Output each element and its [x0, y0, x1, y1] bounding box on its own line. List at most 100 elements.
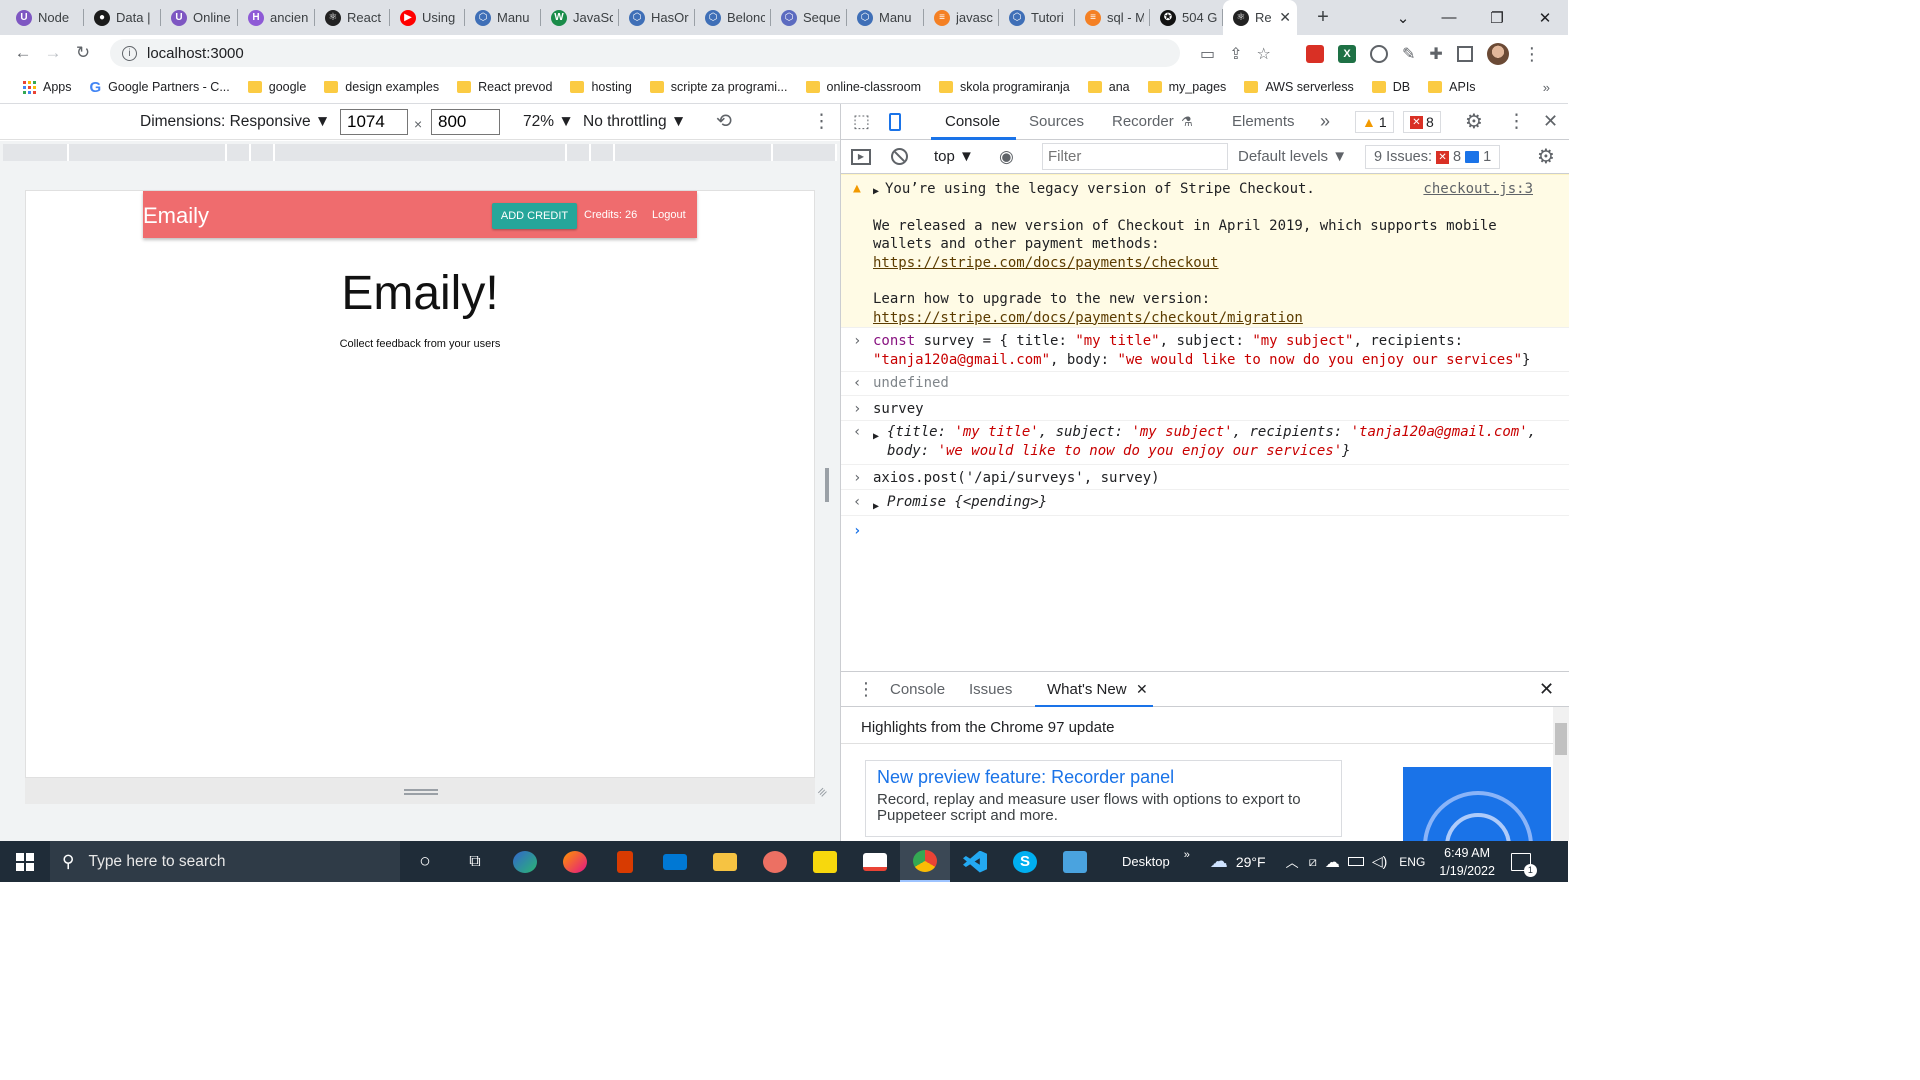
media-query-segment[interactable]	[275, 144, 567, 161]
drawer-menu-icon[interactable]: ⋮	[857, 679, 875, 700]
context-select[interactable]: top ▼	[934, 148, 974, 165]
extension-excel-icon[interactable]: X	[1338, 45, 1356, 63]
new-tab-button[interactable]: +	[1309, 6, 1337, 29]
log-levels-select[interactable]: Default levels ▼	[1238, 148, 1347, 165]
browser-tab[interactable]: ⬡ Manu	[465, 0, 541, 35]
drawer-tab-issues[interactable]: Issues	[969, 681, 1012, 698]
media-query-segment[interactable]	[251, 144, 275, 161]
share-icon[interactable]: ⇪	[1229, 44, 1242, 64]
weather-temp[interactable]: 29°F	[1236, 854, 1266, 870]
warning-source-link[interactable]: checkout.js:3	[1423, 180, 1533, 199]
console-settings-gear-icon[interactable]: ⚙	[1537, 144, 1555, 169]
weather-cloud-icon[interactable]: ☁	[1210, 851, 1228, 872]
console-promise-line[interactable]: ‹ ▶ Promise {<pending>}	[841, 490, 1569, 516]
extension-red-icon[interactable]	[1306, 45, 1324, 63]
chrome-icon[interactable]	[900, 841, 950, 882]
height-input[interactable]	[431, 108, 500, 135]
desktop-expand-icon[interactable]: »	[1184, 849, 1190, 861]
width-input[interactable]	[340, 108, 408, 135]
device-toggle-icon[interactable]	[889, 113, 901, 131]
logout-link[interactable]: Logout	[652, 209, 686, 221]
maximize-icon[interactable]: ❐	[1474, 0, 1520, 35]
live-expression-eye-icon[interactable]: ◉	[999, 147, 1014, 167]
bookmark-item[interactable]: React prevod	[448, 80, 561, 94]
device-resize-bar[interactable]	[25, 778, 815, 804]
close-tab-icon[interactable]: ✕	[1279, 9, 1291, 26]
bookmark-item[interactable]: google	[239, 80, 316, 94]
browser-tab[interactable]: ⚛ Re ✕	[1223, 0, 1297, 35]
bookmark-item[interactable]: Apps	[14, 80, 81, 94]
media-query-segment[interactable]	[567, 144, 591, 161]
office-icon[interactable]	[600, 841, 650, 882]
tab-layout-icon[interactable]: ▭	[1200, 44, 1215, 64]
device-right-resize-handle[interactable]	[825, 468, 829, 502]
media-query-segment[interactable]	[615, 144, 773, 161]
close-drawer-icon[interactable]: ✕	[1539, 679, 1554, 700]
side-panel-icon[interactable]	[1456, 46, 1473, 62]
browser-tab[interactable]: U Node	[6, 0, 84, 35]
zoom-select[interactable]: 72% ▼	[523, 113, 574, 131]
tab-search-icon[interactable]: ⌄	[1380, 0, 1426, 35]
browser-tab[interactable]: ⬡ Seque	[771, 0, 847, 35]
tab-console[interactable]: Console	[945, 113, 1000, 130]
tab-elements[interactable]: Elements	[1232, 113, 1295, 130]
minimize-icon[interactable]: —	[1426, 0, 1472, 35]
url-text[interactable]: localhost:3000	[147, 45, 244, 62]
close-devtools-icon[interactable]: ✕	[1543, 111, 1558, 132]
browser-tab[interactable]: W JavaSc	[541, 0, 619, 35]
skype-icon[interactable]: S	[1000, 841, 1050, 882]
mail-icon[interactable]	[650, 841, 700, 882]
forward-icon[interactable]: →	[38, 43, 68, 63]
taskbar-search-box[interactable]: ⚲ Type here to search	[50, 841, 400, 882]
meet-icon[interactable]: ⧄	[1309, 854, 1317, 870]
error-counter[interactable]: ✕ 8	[1403, 111, 1441, 133]
dimensions-select[interactable]: Dimensions: Responsive ▼	[140, 113, 330, 131]
browser-tab[interactable]: ▶ Using	[390, 0, 465, 35]
gmail-icon[interactable]	[850, 841, 900, 882]
language-indicator[interactable]: ENG	[1399, 855, 1425, 869]
drawer-scrollbar[interactable]	[1553, 707, 1569, 841]
browser-tab[interactable]: Hancien	[238, 0, 315, 35]
bookmark-item[interactable]: hosting	[561, 80, 640, 94]
eyedropper-icon[interactable]: ✎	[1402, 44, 1415, 64]
expand-arrow-icon[interactable]: ▶	[873, 183, 879, 202]
settings-gear-icon[interactable]: ⚙	[1465, 109, 1483, 134]
drawer-tab-console[interactable]: Console	[890, 681, 945, 698]
bookmark-item[interactable]: APIs	[1419, 80, 1484, 94]
tab-sources[interactable]: Sources	[1029, 113, 1084, 130]
browser-tab[interactable]: ● Data |	[84, 0, 161, 35]
bookmark-star-icon[interactable]: ☆	[1257, 44, 1271, 64]
firefox-icon[interactable]	[550, 841, 600, 882]
issues-button[interactable]: 9 Issues: ✕ 8 1	[1365, 145, 1501, 169]
app-brand[interactable]: Emaily	[143, 203, 209, 229]
browser-tab[interactable]: ⬡ Tutori	[999, 0, 1075, 35]
windows-start-icon[interactable]	[0, 841, 50, 882]
photos-icon[interactable]	[1050, 841, 1100, 882]
more-tabs-icon[interactable]: »	[1320, 111, 1330, 132]
bookmark-item[interactable]: skola programiranja	[930, 80, 1079, 94]
address-bar[interactable]: i localhost:3000	[110, 39, 1180, 67]
bookmark-item[interactable]: design examples	[315, 80, 448, 94]
onedrive-icon[interactable]: ☁	[1325, 853, 1340, 871]
browser-tab[interactable]: ⚛ React	[315, 0, 390, 35]
volume-icon[interactable]: ◁)	[1372, 853, 1387, 870]
feature-card[interactable]: New preview feature: Recorder panel Reco…	[865, 760, 1342, 837]
browser-tab[interactable]: ≡ sql - M	[1075, 0, 1150, 35]
browser-tab[interactable]: U Online	[161, 0, 238, 35]
back-icon[interactable]: ←	[8, 43, 38, 63]
browser-tab[interactable]: ⬡ Manu	[847, 0, 924, 35]
device-toolbar-menu-icon[interactable]: ⋮	[812, 110, 831, 133]
browser-tab[interactable]: ⬡ Belonc	[695, 0, 771, 35]
battery-icon[interactable]	[1347, 857, 1364, 866]
edge-icon[interactable]	[500, 841, 550, 882]
rotate-icon[interactable]: ⟲	[716, 110, 732, 133]
site-info-icon[interactable]: i	[122, 45, 137, 61]
paint-icon[interactable]	[750, 841, 800, 882]
browser-tab[interactable]: ✪ 504 G	[1150, 0, 1223, 35]
clear-console-icon[interactable]	[891, 148, 908, 165]
console-prompt[interactable]: ›	[841, 516, 1569, 546]
close-drawer-tab-icon[interactable]: ✕	[1136, 681, 1148, 698]
file-explorer-icon[interactable]	[700, 841, 750, 882]
expand-object-icon[interactable]: ▶	[873, 428, 879, 447]
drawer-tab-whats-new[interactable]: What's New	[1047, 681, 1127, 698]
